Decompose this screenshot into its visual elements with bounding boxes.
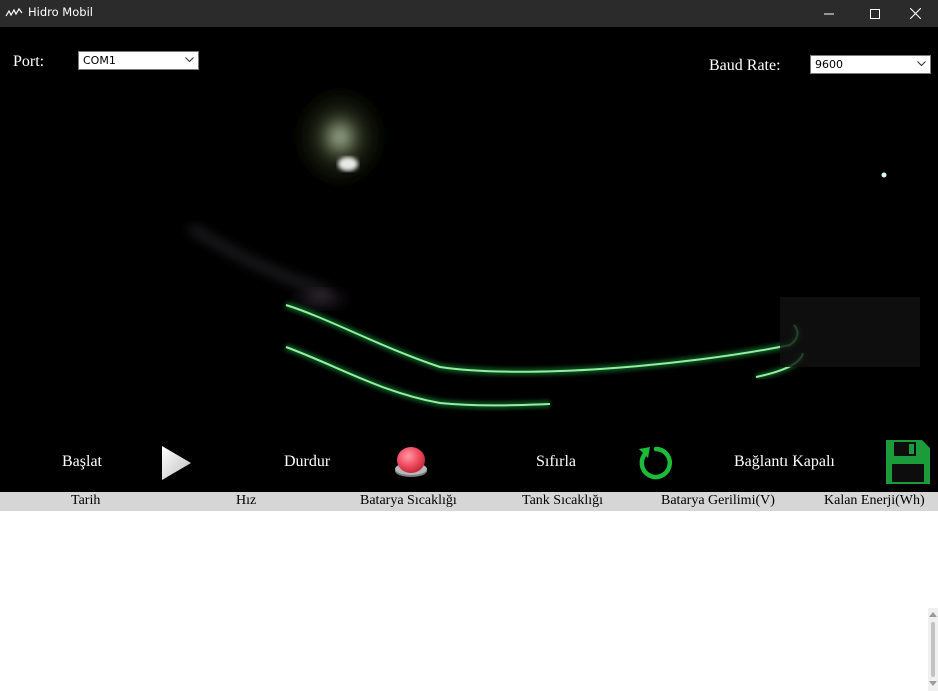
scroll-down-icon[interactable] <box>929 681 937 687</box>
data-table-body <box>0 511 938 691</box>
start-label: Başlat <box>62 453 102 470</box>
reset-label: Sıfırla <box>536 453 576 470</box>
column-header-battery-temp[interactable]: Batarya Sıcaklığı <box>360 493 457 509</box>
window-title: Hidro Mobil <box>28 5 93 19</box>
close-icon <box>909 8 921 19</box>
minimize-button[interactable] <box>806 0 852 27</box>
stop-label: Durdur <box>284 453 331 470</box>
app-logo-icon <box>5 7 23 17</box>
connection-status: Bağlantı Kapalı <box>734 453 835 470</box>
light-trails-image <box>188 77 920 409</box>
refresh-icon <box>639 446 673 480</box>
scroll-up-icon[interactable] <box>929 611 937 617</box>
save-button[interactable] <box>884 438 932 486</box>
stop-button[interactable] <box>393 442 429 480</box>
column-header-date[interactable]: Tarih <box>71 493 100 509</box>
baud-rate-select[interactable]: 9600 <box>810 55 931 74</box>
scrollbar-thumb[interactable] <box>931 622 935 677</box>
title-bar: Hidro Mobil <box>0 0 938 27</box>
baud-rate-select-value: 9600 <box>815 58 843 71</box>
background-image: Port: COM1 Baud Rate: 9600 Başlat Durdur <box>0 27 938 492</box>
port-select[interactable]: COM1 <box>78 51 199 70</box>
chevron-down-icon <box>185 57 194 63</box>
data-table-header: Tarih Hız Batarya Sıcaklığı Tank Sıcaklı… <box>0 492 938 511</box>
close-button[interactable] <box>892 0 938 27</box>
play-icon <box>162 446 191 480</box>
save-icon <box>886 440 930 484</box>
start-button[interactable] <box>158 443 194 483</box>
port-select-value: COM1 <box>83 54 116 67</box>
port-label: Port: <box>13 53 45 70</box>
column-header-tank-temp[interactable]: Tank Sıcaklığı <box>522 493 603 509</box>
reset-button[interactable] <box>636 444 674 482</box>
chevron-down-icon <box>917 61 926 67</box>
vertical-scrollbar[interactable] <box>928 608 938 691</box>
maximize-icon <box>870 8 880 19</box>
baud-rate-label: Baud Rate: <box>709 57 781 74</box>
column-header-speed[interactable]: Hız <box>236 493 256 509</box>
column-header-battery-voltage[interactable]: Batarya Gerilimi(V) <box>661 493 775 509</box>
stop-button-icon <box>395 447 427 477</box>
column-header-remaining-energy[interactable]: Kalan Enerji(Wh) <box>824 493 925 509</box>
minimize-icon <box>824 13 834 14</box>
